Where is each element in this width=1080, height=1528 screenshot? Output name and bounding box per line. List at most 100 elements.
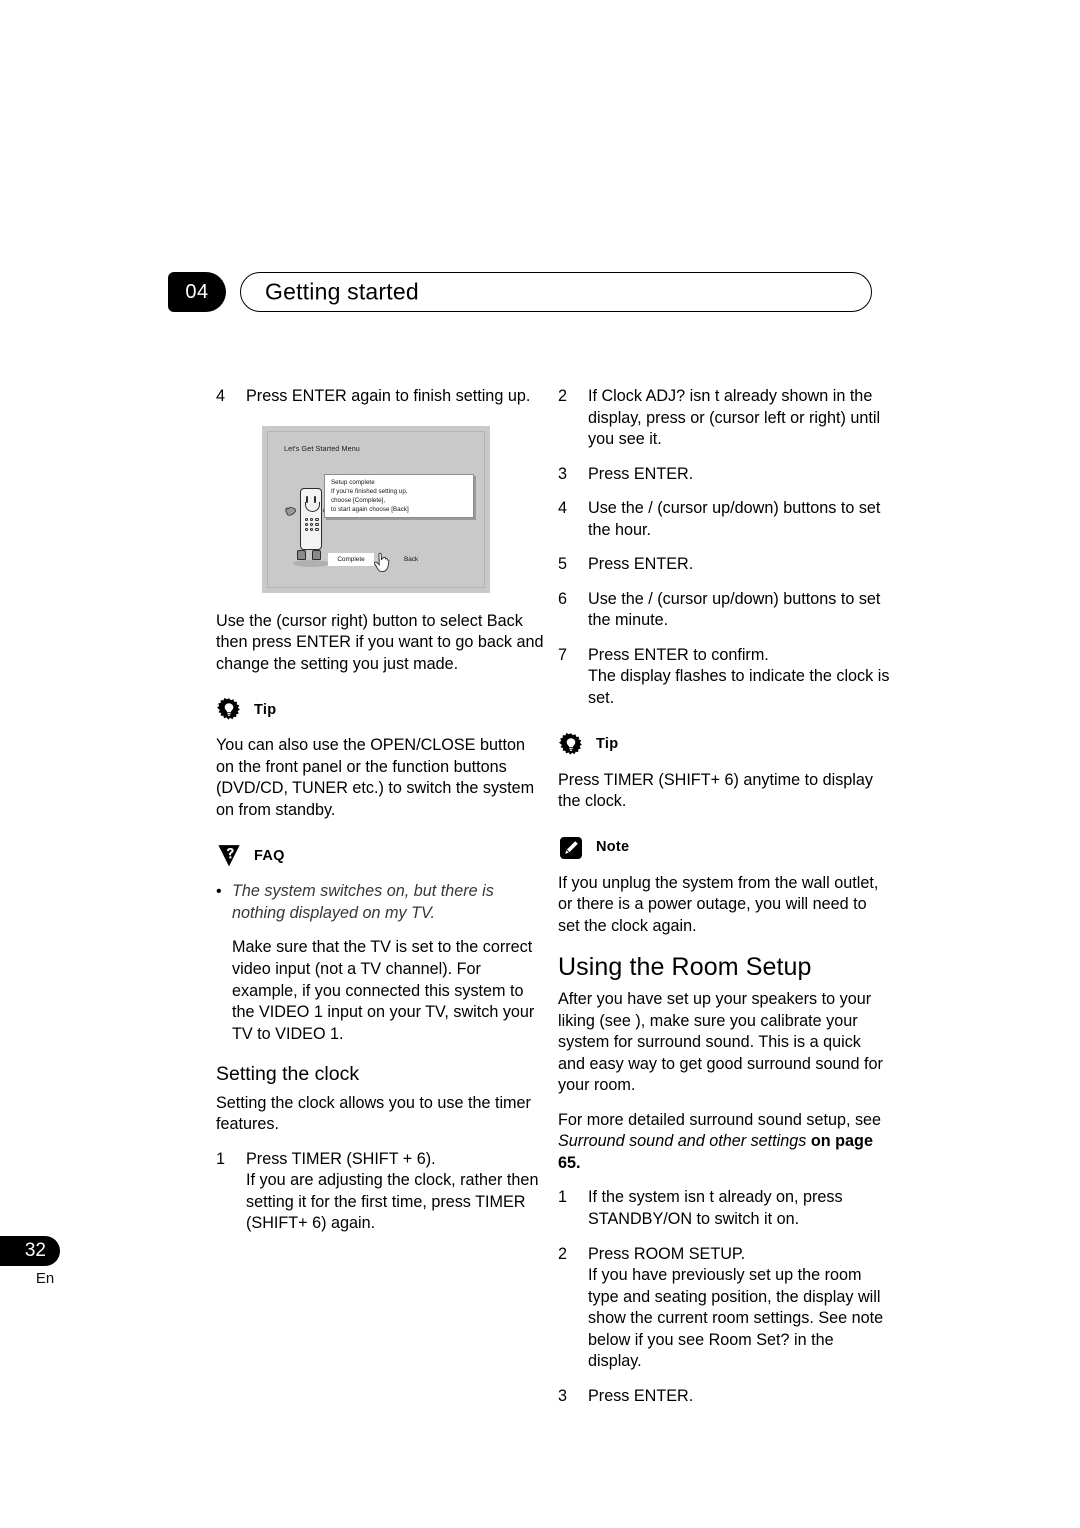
dialog-line: If you're finished setting up, bbox=[331, 488, 408, 495]
step-main-text: Press ROOM SETUP. bbox=[588, 1244, 746, 1263]
mascot-button-grid bbox=[305, 518, 319, 531]
step-item: 5 Press ENTER. bbox=[558, 554, 890, 576]
mascot-button bbox=[310, 518, 314, 522]
setting-clock-intro: Setting the clock allows you to use the … bbox=[216, 1093, 531, 1134]
step-number: 2 bbox=[558, 1244, 568, 1263]
tip-label: Tip bbox=[254, 701, 277, 718]
mascot-button bbox=[315, 518, 319, 522]
running-header: 04 Getting started bbox=[168, 272, 872, 312]
room-setup-intro: After you have set up your speakers to y… bbox=[558, 990, 883, 1095]
step-sub-text: The display flashes to indicate the cloc… bbox=[588, 667, 890, 708]
mascot-body bbox=[300, 488, 322, 550]
step-item: 2 Press ROOM SETUP. If you have previous… bbox=[558, 1244, 890, 1373]
chapter-number-badge: 04 bbox=[168, 272, 226, 312]
step-text: Use the / (cursor up/down) buttons to se… bbox=[588, 589, 881, 630]
mascot-button bbox=[305, 527, 309, 531]
step-text: Use the / (cursor up/down) buttons to se… bbox=[588, 499, 881, 539]
note-label: Note bbox=[596, 839, 630, 856]
mascot-right-foot bbox=[312, 550, 321, 560]
tip-text: You can also use the OPEN/CLOSE button o… bbox=[216, 736, 535, 819]
right-column: 2 If Clock ADJ? isn t already shown in t… bbox=[558, 386, 890, 1420]
after-figure-paragraph: Use the (cursor right) button to select … bbox=[216, 611, 544, 673]
step-number: 5 bbox=[558, 555, 568, 574]
faq-answer: Make sure that the TV is set to the corr… bbox=[232, 938, 535, 1043]
step-item: 1 Press TIMER (SHIFT + 6). If you are ad… bbox=[216, 1149, 546, 1235]
step-main-text: Press ENTER to confirm. bbox=[588, 645, 769, 664]
step-number: 7 bbox=[558, 645, 568, 664]
step-sub-text: If you are adjusting the clock, rather t… bbox=[246, 1171, 539, 1233]
faq-callout-header: FAQ bbox=[216, 843, 546, 869]
step-text: Press ENTER. bbox=[588, 555, 694, 574]
step-item: 4 Press ENTER again to finish setting up… bbox=[216, 386, 546, 408]
step-number: 3 bbox=[558, 1386, 568, 1405]
dialog-line: to start again choose [Back] bbox=[331, 506, 409, 513]
room-setup-heading: Using the Room Setup bbox=[558, 953, 812, 982]
page-number-badge: 32 bbox=[0, 1236, 60, 1266]
step-item: 3 Press ENTER. bbox=[558, 464, 890, 486]
step-text: Press ENTER again to finish setting up. bbox=[246, 387, 531, 405]
mascot-button bbox=[310, 527, 314, 531]
pointing-hand-cursor bbox=[374, 552, 390, 573]
tip-text: Press TIMER (SHIFT+ 6) anytime to displa… bbox=[558, 770, 873, 811]
step-text: Press TIMER (SHIFT + 6). If you are adju… bbox=[246, 1149, 546, 1235]
step-item: 3 Press ENTER. bbox=[558, 1386, 890, 1408]
dialog-line: choose [Complete], bbox=[331, 497, 386, 504]
faq-bullet: • bbox=[216, 883, 222, 901]
dialog-line: Setup complete bbox=[331, 479, 375, 486]
figure-back-button[interactable]: Back bbox=[404, 553, 418, 566]
mascot-button bbox=[315, 522, 319, 526]
step-item: 2 If Clock ADJ? isn t already shown in t… bbox=[558, 386, 890, 451]
faq-question: The system switches on, but there is not… bbox=[232, 882, 494, 922]
figure-dialog-box: Setup complete If you're finished settin… bbox=[324, 474, 474, 518]
page-title: Getting started bbox=[265, 278, 419, 305]
setting-clock-heading: Setting the clock bbox=[216, 1063, 360, 1086]
tip-callout-header: Tip bbox=[216, 697, 546, 723]
step-text: Press ENTER to confirm. The display flas… bbox=[588, 645, 890, 710]
lets-get-started-menu-figure: Let's Get Started Menu Setup complete If… bbox=[262, 426, 490, 593]
step-number: 3 bbox=[558, 464, 568, 483]
step-text: If Clock ADJ? isn t already shown in the… bbox=[588, 387, 881, 449]
step-item: 4 Use the / (cursor up/down) buttons to … bbox=[558, 498, 890, 541]
step-number: 4 bbox=[558, 499, 568, 518]
cross-ref-prefix: For more detailed surround sound setup, … bbox=[558, 1110, 882, 1129]
step-number: 2 bbox=[558, 387, 568, 405]
faq-label: FAQ bbox=[254, 847, 285, 864]
mascot-button bbox=[305, 522, 309, 526]
mascot-smile bbox=[304, 502, 320, 512]
faq-question-item: • The system switches on, but there is n… bbox=[216, 881, 546, 924]
step-item: 7 Press ENTER to confirm. The display fl… bbox=[558, 645, 890, 710]
cross-ref-title: Surround sound and other settings bbox=[558, 1132, 807, 1151]
step-text: If the system isn t already on, press ST… bbox=[588, 1188, 843, 1228]
figure-complete-button[interactable]: Complete bbox=[328, 553, 374, 566]
note-icon bbox=[558, 835, 584, 861]
language-code: En bbox=[35, 1270, 55, 1287]
mascot-button bbox=[315, 527, 319, 531]
step-number: 4 bbox=[216, 387, 226, 405]
mascot-left-hand bbox=[285, 507, 297, 516]
step-item: 1 If the system isn t already on, press … bbox=[558, 1187, 890, 1230]
step-number: 6 bbox=[558, 589, 568, 608]
note-callout-header: Note bbox=[558, 835, 890, 861]
tip-label: Tip bbox=[596, 735, 619, 752]
mascot-button bbox=[305, 518, 309, 522]
tip-icon bbox=[216, 697, 242, 723]
step-sub-text: If you have previously set up the room t… bbox=[588, 1266, 884, 1371]
mascot-shadow bbox=[293, 560, 329, 567]
step-text: Press ENTER. bbox=[588, 464, 694, 483]
step-item: 6 Use the / (cursor up/down) buttons to … bbox=[558, 589, 890, 632]
tip-callout-header: Tip bbox=[558, 732, 890, 758]
pencil-glyph bbox=[565, 840, 578, 854]
step-number: 1 bbox=[216, 1149, 226, 1168]
mascot-button bbox=[310, 522, 314, 526]
figure-screen-title: Let's Get Started Menu bbox=[284, 444, 360, 453]
step-text: Press ENTER. bbox=[588, 1386, 694, 1405]
faq-icon bbox=[216, 843, 242, 869]
step-number: 1 bbox=[558, 1188, 568, 1207]
note-text: If you unplug the system from the wall o… bbox=[558, 873, 879, 935]
room-setup-cross-reference: For more detailed surround sound setup, … bbox=[558, 1110, 890, 1175]
manual-page: 04 Getting started 4 Press ENTER again t… bbox=[0, 0, 1080, 1528]
step-main-text: Press TIMER (SHIFT + 6). bbox=[246, 1149, 436, 1168]
mascot-left-foot bbox=[297, 550, 306, 560]
chapter-title-pill: Getting started bbox=[240, 272, 872, 312]
tip-icon bbox=[558, 732, 584, 758]
